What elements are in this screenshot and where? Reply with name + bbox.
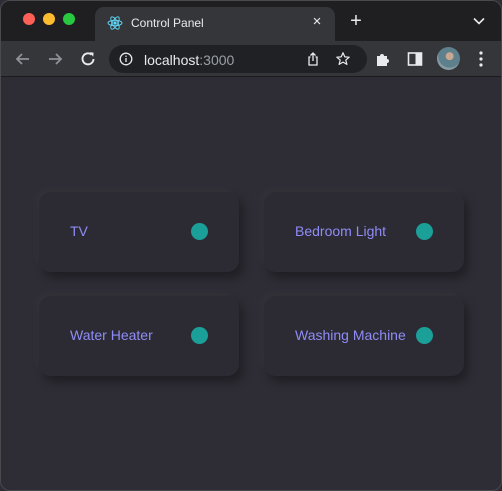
- device-label: Bedroom Light: [295, 223, 387, 239]
- status-indicator[interactable]: [416, 327, 433, 344]
- plus-icon[interactable]: +: [345, 10, 367, 32]
- star-icon[interactable]: [335, 51, 351, 67]
- share-icon[interactable]: [305, 51, 321, 67]
- extensions-icon[interactable]: [374, 50, 392, 68]
- status-indicator[interactable]: [191, 223, 208, 240]
- device-card-washing-machine[interactable]: Washing Machine: [264, 296, 464, 376]
- forward-icon[interactable]: [45, 49, 65, 69]
- status-indicator[interactable]: [416, 223, 433, 240]
- address-bar[interactable]: localhost:3000: [109, 45, 367, 73]
- more-icon[interactable]: [475, 49, 487, 69]
- chevron-down-icon[interactable]: [471, 13, 487, 29]
- status-indicator[interactable]: [191, 327, 208, 344]
- sidebar-icon[interactable]: [406, 50, 424, 68]
- device-label: Water Heater: [70, 327, 153, 343]
- device-label: Washing Machine: [295, 327, 406, 343]
- tab-title: Control Panel: [131, 16, 204, 30]
- close-icon[interactable]: ×: [309, 14, 325, 30]
- url-text: localhost:3000: [144, 52, 235, 68]
- device-card-tv[interactable]: TV: [39, 192, 239, 272]
- react-icon: [107, 16, 123, 30]
- browser-toolbar: localhost:3000: [1, 41, 501, 77]
- avatar[interactable]: [437, 47, 460, 70]
- info-icon[interactable]: [119, 52, 133, 66]
- browser-window: Control Panel × + localhost:3000 TV Bedr…: [0, 0, 502, 491]
- close-window-button[interactable]: [23, 13, 35, 25]
- device-label: TV: [70, 223, 88, 239]
- tab-strip: Control Panel × +: [1, 1, 501, 41]
- device-card-bedroom-light[interactable]: Bedroom Light: [264, 192, 464, 272]
- reload-icon[interactable]: [78, 49, 98, 69]
- maximize-window-button[interactable]: [63, 13, 75, 25]
- tab-control-panel[interactable]: Control Panel ×: [95, 7, 335, 41]
- back-icon[interactable]: [13, 49, 33, 69]
- minimize-window-button[interactable]: [43, 13, 55, 25]
- control-panel-page: TV Bedroom Light Water Heater Washing Ma…: [1, 78, 501, 490]
- device-card-water-heater[interactable]: Water Heater: [39, 296, 239, 376]
